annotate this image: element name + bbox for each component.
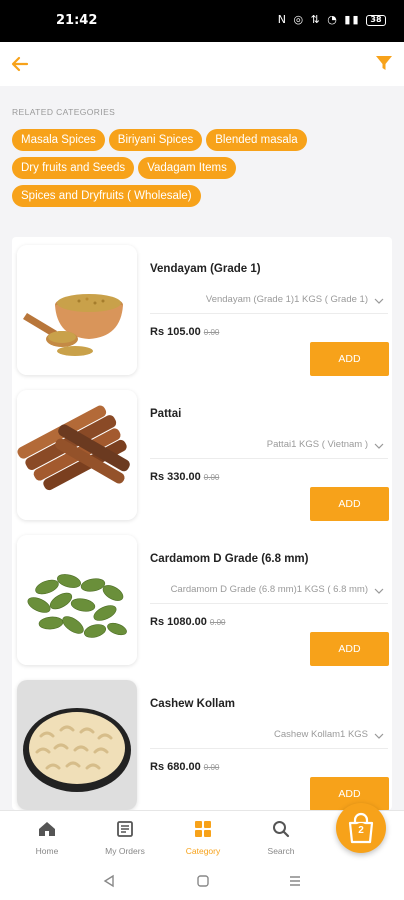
- price: Rs 330.00 0.00: [150, 471, 219, 483]
- price: Rs 680.00 0.00: [150, 761, 219, 773]
- variant-label: Cardamom D Grade (6.8 mm)1 KGS ( 6.8 mm): [170, 584, 368, 595]
- chip-spices-and-dryfruits-wholesale[interactable]: Spices and Dryfruits ( Wholesale): [12, 185, 201, 207]
- nav-home-label: Home: [35, 846, 59, 856]
- arrow-left-icon[interactable]: [10, 54, 30, 74]
- nav-my-orders[interactable]: My Orders: [85, 819, 165, 856]
- old-price: 0.00: [203, 473, 220, 482]
- nav-home[interactable]: Home: [7, 819, 87, 856]
- old-price: 0.00: [203, 763, 220, 772]
- product-card[interactable]: Cardamom D Grade (6.8 mm) Cardamom D Gra…: [12, 527, 392, 666]
- chip-masala-spices[interactable]: Masala Spices: [12, 129, 105, 151]
- search-icon: [273, 821, 290, 838]
- fenugreek-seeds-image: [17, 245, 137, 375]
- status-bar: 21:42 N ◎ ⇅ ◔ ▮▮ 38: [0, 0, 404, 42]
- chevron-down-icon: [374, 588, 384, 594]
- variant-dropdown[interactable]: Cashew Kollam1 KGS: [150, 727, 388, 749]
- nav-category[interactable]: Category: [163, 819, 243, 856]
- product-card[interactable]: Cashew Kollam Cashew Kollam1 KGS Rs 680.…: [12, 672, 392, 810]
- product-image-cinnamon[interactable]: [17, 390, 137, 520]
- product-name: Cardamom D Grade (6.8 mm): [150, 553, 309, 565]
- current-price: Rs 105.00: [150, 326, 201, 338]
- chevron-down-icon: [374, 443, 384, 449]
- product-list: Vendayam (Grade 1) Vendayam (Grade 1)1 K…: [12, 237, 392, 810]
- cashew-nuts-image: [17, 680, 137, 810]
- chip-vadagam-items[interactable]: Vadagam Items: [138, 157, 236, 179]
- add-button[interactable]: ADD: [310, 632, 389, 666]
- product-name: Pattai: [150, 408, 182, 420]
- add-button[interactable]: ADD: [310, 342, 389, 376]
- product-card[interactable]: Vendayam (Grade 1) Vendayam (Grade 1)1 K…: [12, 237, 392, 376]
- variant-dropdown[interactable]: Pattai1 KGS ( Vietnam ): [150, 437, 388, 459]
- variant-label: Cashew Kollam1 KGS: [274, 729, 368, 740]
- green-cardamom-image: [17, 535, 137, 665]
- variant-dropdown[interactable]: Vendayam (Grade 1)1 KGS ( Grade 1): [150, 292, 388, 314]
- category-icon: [195, 821, 211, 837]
- nav-category-label: Category: [185, 846, 221, 856]
- nav-search[interactable]: Search: [241, 819, 321, 856]
- cart-count-badge: 2: [353, 823, 369, 839]
- cinnamon-sticks-image: [17, 390, 137, 520]
- variant-label: Pattai1 KGS ( Vietnam ): [266, 439, 368, 450]
- app-header: [0, 42, 404, 86]
- status-time: 21:42: [56, 13, 98, 28]
- battery-icon: 38: [366, 14, 386, 26]
- chip-biriyani-spices[interactable]: Biriyani Spices: [108, 129, 203, 151]
- price: Rs 105.00 0.00: [150, 326, 219, 338]
- home-icon: [39, 822, 55, 836]
- chevron-down-icon: [374, 733, 384, 739]
- system-nav-bar: [0, 862, 404, 900]
- nav-search-label: Search: [267, 846, 295, 856]
- nav-my-orders-label: My Orders: [105, 846, 145, 856]
- recents-icon[interactable]: [288, 874, 302, 888]
- current-price: Rs 1080.00: [150, 616, 207, 628]
- status-indicator-icons: N ◎ ⇅ ◔ ▮▮: [277, 13, 361, 26]
- old-price: 0.00: [203, 328, 220, 337]
- product-image-cashew[interactable]: [17, 680, 137, 810]
- product-image-fenugreek[interactable]: [17, 245, 137, 375]
- orders-icon: [117, 821, 133, 837]
- old-price: 0.00: [209, 618, 226, 627]
- related-categories-chips: Masala Spices Biriyani Spices Blended masa…: [12, 129, 392, 213]
- back-triangle-icon[interactable]: [102, 874, 116, 888]
- current-price: Rs 330.00: [150, 471, 201, 483]
- add-button[interactable]: ADD: [310, 487, 389, 521]
- variant-dropdown[interactable]: Cardamom D Grade (6.8 mm)1 KGS ( 6.8 mm): [150, 582, 388, 604]
- related-categories-title: RELATED CATEGORIES: [12, 107, 116, 117]
- product-name: Vendayam (Grade 1): [150, 263, 261, 275]
- price: Rs 1080.00 0.00: [150, 616, 225, 628]
- product-image-cardamom[interactable]: [17, 535, 137, 665]
- funnel-icon[interactable]: [374, 53, 394, 73]
- variant-label: Vendayam (Grade 1)1 KGS ( Grade 1): [205, 294, 368, 305]
- status-icons: N ◎ ⇅ ◔ ▮▮ 38: [278, 13, 386, 26]
- cart-button[interactable]: 2: [336, 803, 386, 853]
- current-price: Rs 680.00: [150, 761, 201, 773]
- home-square-icon[interactable]: [196, 874, 210, 888]
- chip-dry-fruits-and-seeds[interactable]: Dry fruits and Seeds: [12, 157, 135, 179]
- product-card[interactable]: Pattai Pattai1 KGS ( Vietnam ) Rs 330.00…: [12, 382, 392, 521]
- chevron-down-icon: [374, 298, 384, 304]
- product-name: Cashew Kollam: [150, 698, 235, 710]
- chip-blended-masala[interactable]: Blended masala: [206, 129, 307, 151]
